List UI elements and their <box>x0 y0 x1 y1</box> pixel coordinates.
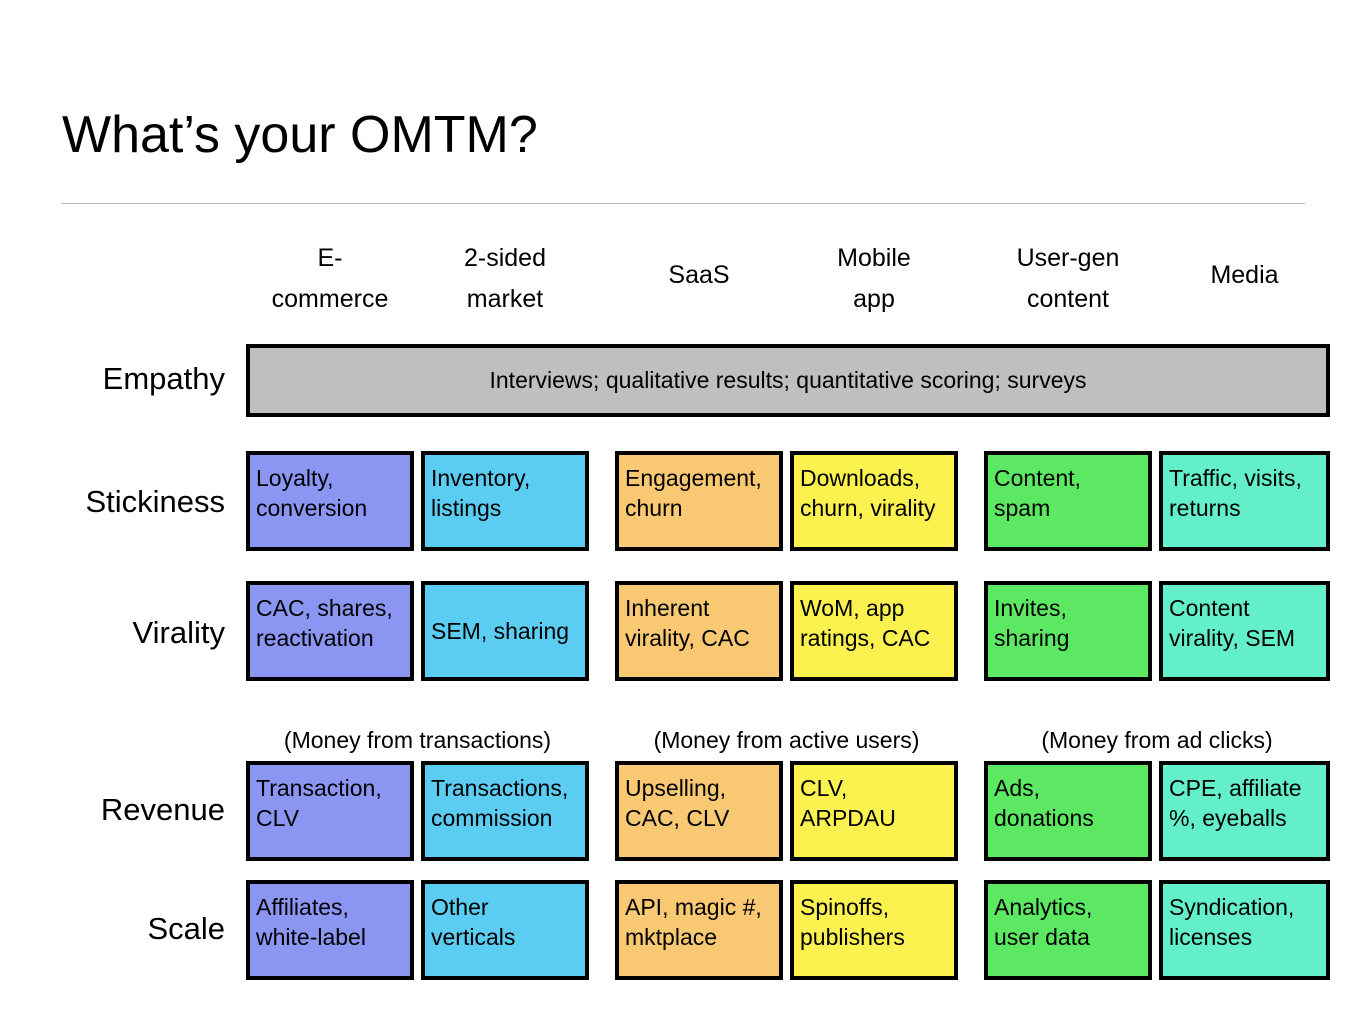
cell-text-line2: licenses <box>1169 924 1253 950</box>
cell-virality-saas: Inherent virality, CAC <box>615 581 783 681</box>
cell-revenue-media: CPE, affiliate %, eyeballs <box>1159 761 1330 861</box>
column-header-line1: User-gen <box>1016 244 1120 272</box>
cell-virality-mobile-app: WoM, app ratings, CAC <box>790 581 958 681</box>
row-label-virality: Virality <box>132 615 225 650</box>
row-label-stickiness: Stickiness <box>85 484 225 519</box>
cell-text-line1: CLV, <box>800 775 848 801</box>
cell-text-line2: conversion <box>256 495 368 521</box>
cell-text-line1: CPE, affiliate <box>1169 775 1302 801</box>
cell-virality-2-sided-market: SEM, sharing <box>421 581 589 681</box>
cell-text-line2: returns <box>1169 495 1241 521</box>
cell-text-line2: virality, CAC <box>625 625 750 651</box>
title-divider <box>62 203 1305 204</box>
cell-text-line2: ARPDAU <box>800 805 896 831</box>
cell-revenue-e-commerce: Transaction, CLV <box>246 761 414 861</box>
cell-stickiness-user-gen-content: Content, spam <box>984 451 1152 551</box>
cell-stickiness-e-commerce: Loyalty, conversion <box>246 451 414 551</box>
cell-stickiness-saas: Engagement, churn <box>615 451 783 551</box>
cell-revenue-user-gen-content: Ads, donations <box>984 761 1152 861</box>
cell-text-line2: churn <box>625 495 683 521</box>
empathy-spanning-cell: Interviews; qualitative results; quantit… <box>246 344 1330 417</box>
cell-scale-mobile-app: Spinoffs, publishers <box>790 880 958 980</box>
cell-text-line1: Spinoffs, <box>800 894 890 920</box>
cell-text-line2: reactivation <box>256 625 374 651</box>
column-header-e-commerce: E- commerce <box>246 238 414 320</box>
annotation-money-from-ad-clicks: (Money from ad clicks) <box>1041 727 1273 753</box>
cell-text-line2: spam <box>994 495 1051 521</box>
cell-text-line1: Downloads, <box>800 465 921 491</box>
cell-scale-media: Syndication, licenses <box>1159 880 1330 980</box>
cell-text-line2: ratings, CAC <box>800 625 931 651</box>
column-header-media: Media <box>1159 255 1330 296</box>
cell-text-line1: Ads, <box>994 775 1041 801</box>
cell-text-line1: Engagement, <box>625 465 762 491</box>
cell-revenue-saas: Upselling, CAC, CLV <box>615 761 783 861</box>
cell-text-line2: commission <box>431 805 553 831</box>
cell-text-line2: publishers <box>800 924 905 950</box>
column-header-line1: E- <box>317 244 343 272</box>
cell-text-line1: WoM, app <box>800 595 905 621</box>
cell-text-line1: Content <box>1169 595 1250 621</box>
column-header-line1: Mobile <box>837 244 911 272</box>
cell-virality-e-commerce: CAC, shares, reactivation <box>246 581 414 681</box>
cell-virality-media: Content virality, SEM <box>1159 581 1330 681</box>
cell-text-line1: Transaction, <box>256 775 382 801</box>
cell-stickiness-2-sided-market: Inventory, listings <box>421 451 589 551</box>
cell-text-line2: CAC, CLV <box>625 805 730 831</box>
column-header-line2: commerce <box>271 285 389 313</box>
cell-scale-saas: API, magic #, mktplace <box>615 880 783 980</box>
cell-text-line1: Loyalty, <box>256 465 334 491</box>
cell-text-line2: white-label <box>256 924 366 950</box>
column-header-line2: content <box>1026 285 1109 313</box>
cell-text-line2: user data <box>994 924 1090 950</box>
row-label-revenue: Revenue <box>100 792 225 827</box>
column-header-line1: Media <box>1210 261 1279 289</box>
cell-revenue-2-sided-market: Transactions, commission <box>421 761 589 861</box>
row-label-scale: Scale <box>147 911 225 946</box>
cell-virality-user-gen-content: Invites, sharing <box>984 581 1152 681</box>
cell-text-line1: Content, <box>994 465 1081 491</box>
cell-scale-user-gen-content: Analytics, user data <box>984 880 1152 980</box>
cell-text-line1: Syndication, <box>1169 894 1295 920</box>
cell-text-line2: verticals <box>431 924 516 950</box>
cell-text-line1: Analytics, <box>994 894 1093 920</box>
cell-stickiness-media: Traffic, visits, returns <box>1159 451 1330 551</box>
cell-text-line2: CLV <box>256 805 300 831</box>
cell-text-line1: Transactions, <box>431 775 569 801</box>
column-header-user-gen-content: User-gen content <box>984 238 1152 320</box>
cell-text-line2: listings <box>431 495 502 521</box>
cell-text-line1: Upselling, <box>625 775 726 801</box>
cell-revenue-mobile-app: CLV, ARPDAU <box>790 761 958 861</box>
cell-text-line1: Affiliates, <box>256 894 349 920</box>
cell-text-line1: Inventory, <box>431 465 531 491</box>
cell-text-line1: CAC, shares, <box>256 595 393 621</box>
cell-text-line2: mktplace <box>625 924 718 950</box>
cell-text-line1: Traffic, visits, <box>1169 465 1302 491</box>
column-header-line1: 2-sided <box>464 244 546 272</box>
annotation-money-from-transactions: (Money from transactions) <box>283 727 552 753</box>
cell-text-line2: virality, SEM <box>1169 625 1296 651</box>
annotation-money-from-active-users: (Money from active users) <box>653 727 920 753</box>
column-header-saas: SaaS <box>615 255 783 296</box>
cell-text-line2: donations <box>994 805 1094 831</box>
empathy-cell-text: Interviews; qualitative results; quantit… <box>489 367 1087 393</box>
column-header-line1: SaaS <box>668 261 730 289</box>
cell-stickiness-mobile-app: Downloads, churn, virality <box>790 451 958 551</box>
cell-text-line2: %, eyeballs <box>1169 805 1287 831</box>
page-title: What’s your OMTM? <box>62 106 538 164</box>
cell-text-line1: Other <box>431 894 489 920</box>
cell-text-line1: Invites, <box>994 595 1067 621</box>
cell-text-line2: churn, virality <box>800 495 936 521</box>
cell-scale-e-commerce: Affiliates, white-label <box>246 880 414 980</box>
column-header-mobile-app: Mobile app <box>790 238 958 320</box>
column-header-line2: app <box>853 285 895 313</box>
row-label-empathy: Empathy <box>102 361 225 396</box>
cell-text-line1: Inherent <box>625 595 710 621</box>
cell-text-line1: API, magic #, <box>625 894 762 920</box>
column-header-2-sided-market: 2-sided market <box>421 238 589 320</box>
column-header-line2: market <box>466 285 544 313</box>
cell-text-line1: SEM, sharing <box>431 618 570 644</box>
cell-scale-2-sided-market: Other verticals <box>421 880 589 980</box>
cell-text-line2: sharing <box>994 625 1070 651</box>
